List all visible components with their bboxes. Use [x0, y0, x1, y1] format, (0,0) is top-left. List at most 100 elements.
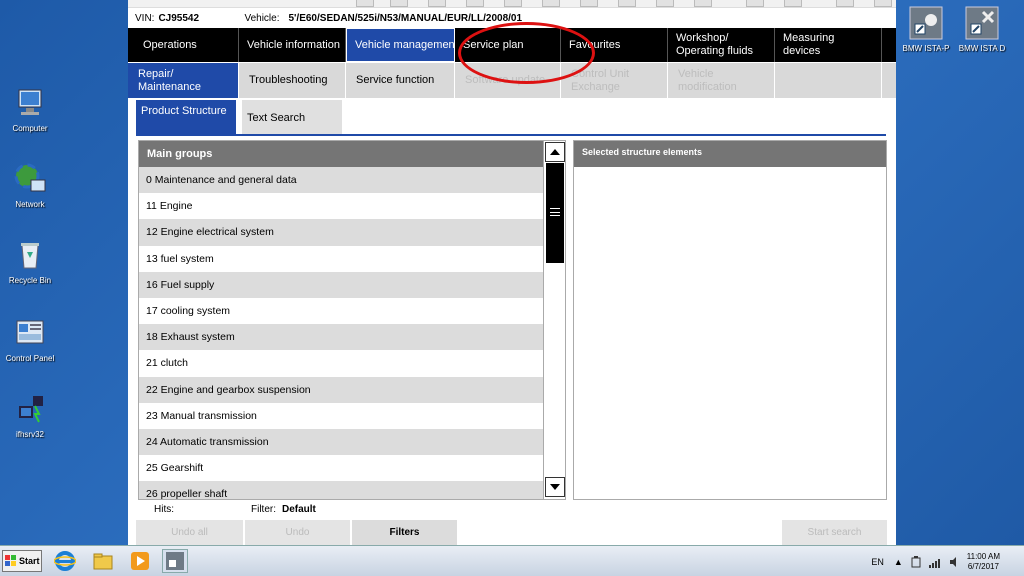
- scroll-up-button[interactable]: [545, 142, 565, 162]
- desktop-icon-bmw-ista-p[interactable]: BMW ISTA-P: [896, 6, 956, 53]
- grip-icon: [550, 208, 560, 216]
- toolbar-button[interactable]: [466, 0, 484, 7]
- nav-vehicle-information[interactable]: Vehicle information: [239, 28, 346, 62]
- list-item[interactable]: 11 Engine: [139, 193, 543, 219]
- media-player-icon: [131, 552, 149, 570]
- windows-logo-icon: [5, 555, 16, 566]
- desktop-icon-network[interactable]: Network: [0, 162, 60, 209]
- desktop-icon-label: BMW ISTA D: [958, 44, 1006, 53]
- list-item[interactable]: 25 Gearshift: [139, 455, 543, 481]
- main-groups-panel: Main groups 0 Maintenance and general da…: [138, 140, 566, 500]
- subnav-troubleshooting[interactable]: Troubleshooting: [239, 63, 346, 98]
- desktop-icon-control-panel[interactable]: Control Panel: [0, 316, 60, 363]
- tab-product-structure[interactable]: Product Structure: [136, 100, 236, 136]
- ista-icon: [166, 552, 184, 570]
- status-row: Hits: Filter: Default: [128, 504, 896, 518]
- taskbar-file-explorer[interactable]: [90, 549, 116, 573]
- desktop-icon-computer[interactable]: Computer: [0, 86, 60, 133]
- undo-all-button[interactable]: Undo all: [136, 520, 243, 545]
- filters-button[interactable]: Filters: [352, 520, 457, 545]
- vehicle-info-bar: VIN: CJ95542 Vehicle: 5'/E60/SEDAN/525i/…: [128, 9, 896, 27]
- arrow-up-icon: [550, 149, 560, 155]
- volume-icon[interactable]: [949, 556, 961, 568]
- arrow-down-icon: [550, 484, 560, 490]
- bmw-ista-p-icon: [909, 6, 943, 40]
- list-item[interactable]: 26 propeller shaft: [139, 481, 543, 499]
- control-panel-icon: [13, 316, 47, 350]
- list-item[interactable]: 24 Automatic transmission: [139, 428, 543, 456]
- desktop-icon-label: Recycle Bin: [8, 276, 52, 285]
- toolbar-button[interactable]: [694, 0, 712, 7]
- taskbar-media-player[interactable]: [127, 549, 153, 573]
- filter-label: Filter:: [251, 504, 276, 515]
- undo-button[interactable]: Undo: [245, 520, 350, 545]
- scroll-down-button[interactable]: [545, 477, 565, 497]
- list-item[interactable]: 21 clutch: [139, 350, 543, 376]
- hits-label: Hits:: [154, 504, 174, 515]
- filter-value: Default: [282, 504, 316, 515]
- vin-label: VIN:: [135, 12, 155, 24]
- toolbar-button[interactable]: [746, 0, 764, 7]
- network-signal-icon[interactable]: [928, 556, 943, 568]
- toolbar-button[interactable]: [580, 0, 598, 7]
- action-buttons: Undo all Undo Filters Start search: [128, 520, 896, 545]
- toolbar-button[interactable]: [504, 0, 522, 7]
- computer-icon: [13, 86, 47, 120]
- subnav-software-update[interactable]: Software update: [455, 63, 561, 98]
- toolbar-button[interactable]: [356, 0, 374, 7]
- taskbar-ista[interactable]: [162, 549, 188, 573]
- nav-measuring-devices[interactable]: Measuring devices: [775, 28, 882, 62]
- start-button[interactable]: Start: [2, 550, 42, 572]
- nav-service-plan[interactable]: Service plan: [455, 28, 561, 62]
- tab-text-search[interactable]: Text Search: [242, 100, 342, 136]
- clock-time: 11:00 AM: [966, 551, 1000, 561]
- toolbar-button[interactable]: [836, 0, 854, 7]
- nav-favourites[interactable]: Favourites: [561, 28, 668, 62]
- toolbar-button[interactable]: [784, 0, 802, 7]
- list-item[interactable]: 16 Fuel supply: [139, 271, 543, 298]
- main-groups-header: Main groups: [139, 141, 543, 167]
- scroll-thumb[interactable]: [546, 163, 564, 263]
- vehicle-value: 5'/E60/SEDAN/525i/N53/MANUAL/EUR/LL/2008…: [288, 12, 523, 24]
- bmw-ista-d-icon: [965, 6, 999, 40]
- list-item[interactable]: 22 Engine and gearbox suspension: [139, 376, 543, 403]
- toolbar-button[interactable]: [656, 0, 674, 7]
- nav-operations[interactable]: Operations: [128, 28, 239, 62]
- subnav-vehicle-modification[interactable]: Vehicle modification: [668, 63, 775, 98]
- list-item[interactable]: 12 Engine electrical system: [139, 219, 543, 246]
- toolbar-button[interactable]: [618, 0, 636, 7]
- clock[interactable]: 11:00 AM 6/7/2017: [967, 552, 1000, 572]
- list-item[interactable]: 17 cooling system: [139, 298, 543, 324]
- nav-vehicle-management[interactable]: Vehicle management: [346, 28, 455, 62]
- start-label: Start: [19, 556, 40, 566]
- start-search-button[interactable]: Start search: [782, 520, 887, 545]
- recycle-bin-icon: [13, 238, 47, 272]
- vehicle-label: Vehicle:: [244, 12, 280, 24]
- main-nav: Operations Vehicle information Vehicle m…: [128, 28, 896, 62]
- desktop-icon-ifhsrv32[interactable]: ifhsrv32: [0, 392, 60, 439]
- sub-nav: Repair/ Maintenance Troubleshooting Serv…: [128, 63, 896, 98]
- toolbar-button[interactable]: [874, 0, 892, 7]
- tab-underline: [136, 134, 886, 136]
- subnav-repair-maintenance[interactable]: Repair/ Maintenance: [128, 63, 239, 98]
- nav-workshop-operating-fluids[interactable]: Workshop/ Operating fluids: [668, 28, 775, 62]
- main-groups-scrollbar[interactable]: [543, 141, 565, 499]
- toolbar-button[interactable]: [542, 0, 560, 7]
- language-indicator[interactable]: EN: [871, 557, 884, 567]
- show-hidden-icons-icon[interactable]: ▲: [894, 557, 903, 567]
- ifhsrv32-icon: [13, 392, 47, 426]
- list-item[interactable]: 0 Maintenance and general data: [139, 167, 543, 194]
- desktop-icon-recycle-bin[interactable]: Recycle Bin: [0, 238, 60, 285]
- toolbar-button[interactable]: [428, 0, 446, 7]
- toolbar-strip: [128, 0, 896, 8]
- list-item[interactable]: 13 fuel system: [139, 246, 543, 272]
- subnav-service-function[interactable]: Service function: [346, 63, 455, 98]
- subnav-control-unit-exchange[interactable]: Control Unit Exchange: [561, 63, 668, 98]
- structure-tabs: Product Structure Text Search: [136, 100, 348, 136]
- list-item[interactable]: 23 Manual transmission: [139, 403, 543, 429]
- toolbar-button[interactable]: [390, 0, 408, 7]
- taskbar-internet-explorer[interactable]: [52, 549, 78, 573]
- list-item[interactable]: 18 Exhaust system: [139, 324, 543, 351]
- battery-icon[interactable]: [911, 555, 921, 568]
- desktop-icon-bmw-ista-d[interactable]: BMW ISTA D: [952, 6, 1012, 53]
